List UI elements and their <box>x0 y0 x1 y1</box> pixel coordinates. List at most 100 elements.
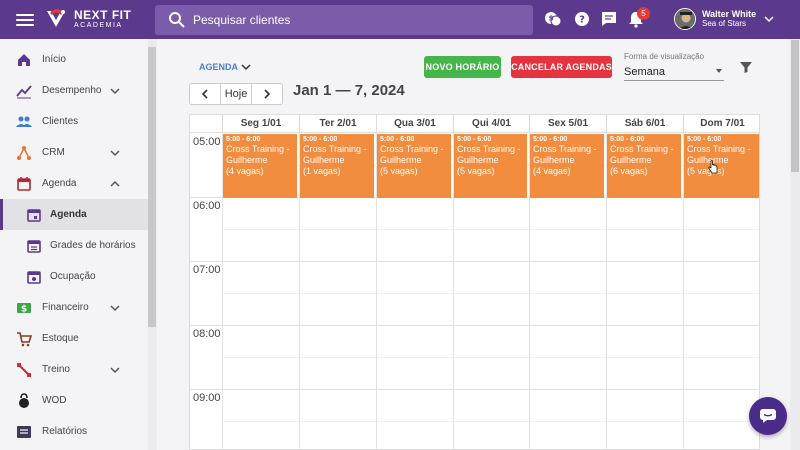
sidebar-item-treino[interactable]: Treino <box>0 354 148 385</box>
chevron-down-icon <box>241 64 251 71</box>
cart-icon <box>17 331 32 346</box>
sidebar-item-inicio[interactable]: Início <box>0 44 148 75</box>
calendar-event[interactable]: 5:00 - 6:00 Cross Training - Guilherme (… <box>454 134 527 198</box>
event-title: Cross Training - Guilherme <box>533 144 597 165</box>
sidebar-item-label: Agenda <box>50 209 87 220</box>
event-vacancies: (4 vagas) <box>533 166 571 176</box>
calendar-event[interactable]: 5:00 - 6:00 Cross Training - Guilherme (… <box>300 134 374 198</box>
hour-line <box>190 325 759 326</box>
time-label: 09:00 <box>193 392 221 404</box>
svg-text:$: $ <box>21 304 27 314</box>
event-title: Cross Training - Guilherme <box>303 144 367 165</box>
message-icon[interactable] <box>600 10 618 28</box>
workout-icon <box>17 362 31 377</box>
half-hour-line <box>222 357 759 358</box>
search-input[interactable] <box>193 13 513 27</box>
visualization-select[interactable]: Semana <box>624 63 724 81</box>
calendar-event[interactable]: 5:00 - 6:00 Cross Training - Guilherme (… <box>223 134 297 198</box>
logo-title: NEXT FIT <box>74 8 132 22</box>
home-icon <box>18 53 30 66</box>
event-title: Cross Training - Guilherme <box>457 144 521 165</box>
sidebar-subitem-grades[interactable]: Grades de horários <box>0 230 148 261</box>
sidebar-item-relatorios[interactable]: Relatórios <box>0 416 148 447</box>
sidebar-item-label: Início <box>42 54 66 65</box>
sidebar-subitem-agenda[interactable]: Agenda <box>0 199 148 230</box>
hour-line <box>190 261 759 262</box>
day-header[interactable]: Qua 3/01 <box>376 115 453 133</box>
sidebar-subitem-ocupacao[interactable]: Ocupação <box>0 261 148 292</box>
event-vacancies: (5 vagas) <box>457 166 495 176</box>
calendar-event[interactable]: 5:00 - 6:00 Cross Training - Guilherme (… <box>684 134 759 198</box>
time-label: 07:00 <box>193 264 221 276</box>
help-icon[interactable]: ? <box>573 10 591 28</box>
sidebar-item-label: Treino <box>42 364 70 375</box>
crm-icon <box>17 145 31 160</box>
menu-icon[interactable] <box>16 11 34 27</box>
chevron-down-icon <box>110 149 120 156</box>
agenda-view-dropdown[interactable]: AGENDA <box>199 62 251 72</box>
sidebar-scrollbar[interactable] <box>148 47 156 327</box>
main-scrollbar[interactable] <box>791 40 799 172</box>
event-vacancies: (6 vagas) <box>610 166 648 176</box>
logo-icon <box>47 9 65 27</box>
logo[interactable]: NEXT FIT ACADEMIA <box>44 5 131 33</box>
day-header[interactable]: Sex 5/01 <box>529 115 606 133</box>
chat-icon <box>760 409 776 423</box>
sidebar-item-estoque[interactable]: Estoque <box>0 323 148 354</box>
chevron-down-icon <box>110 304 120 311</box>
search-bar[interactable] <box>155 5 533 35</box>
chevron-right-icon <box>264 89 271 99</box>
previous-week-button[interactable] <box>190 84 220 104</box>
event-vacancies: (5 vagas) <box>687 166 725 176</box>
event-vacancies: (1 vagas) <box>303 166 341 176</box>
day-header[interactable]: Dom 7/01 <box>683 115 759 133</box>
event-vacancies: (4 vagas) <box>226 166 264 176</box>
exchange-icon[interactable]: $ <box>544 10 562 28</box>
today-button[interactable]: Hoje <box>220 84 252 104</box>
svg-text:?: ? <box>579 15 585 26</box>
new-schedule-button[interactable]: NOVO HORÁRIO <box>424 56 501 78</box>
agenda-view-label: AGENDA <box>199 62 239 72</box>
event-time: 5:00 - 6:00 <box>457 136 492 143</box>
sidebar-item-financeiro[interactable]: $ Financeiro <box>0 292 148 323</box>
day-header[interactable]: Ter 2/01 <box>299 115 376 133</box>
sidebar-item-label: Desempenho <box>42 85 102 96</box>
pointer-cursor-icon <box>708 160 718 174</box>
cancel-schedules-button[interactable]: CANCELAR AGENDAS <box>511 56 612 78</box>
day-header[interactable]: Qui 4/01 <box>453 115 529 133</box>
next-week-button[interactable] <box>252 84 282 104</box>
sidebar-item-label: Clientes <box>42 116 79 127</box>
event-title: Cross Training - Guilherme <box>610 144 674 165</box>
reports-icon <box>17 425 31 438</box>
calendar-event[interactable]: 5:00 - 6:00 Cross Training - Guilherme (… <box>530 134 604 198</box>
event-time: 5:00 - 6:00 <box>380 136 415 143</box>
sidebar-item-label: Ocupação <box>50 271 96 282</box>
sidebar-item-wod[interactable]: WOD <box>0 385 148 416</box>
user-subtitle: Sea of Stars <box>702 18 747 28</box>
event-time: 5:00 - 6:00 <box>226 136 261 143</box>
event-vacancies: (5 vagas) <box>380 166 418 176</box>
filter-icon[interactable] <box>739 60 753 74</box>
calendar-event[interactable]: 5:00 - 6:00 Cross Training - Guilherme (… <box>607 134 681 198</box>
hour-line <box>190 389 759 390</box>
sidebar-item-label: Estoque <box>42 333 79 344</box>
dropdown-arrow-icon <box>716 69 722 73</box>
day-header[interactable]: Seg 1/01 <box>222 115 299 133</box>
event-title: Cross Training - Guilherme <box>687 144 751 165</box>
event-title: Cross Training - Guilherme <box>226 144 290 165</box>
calendar-event[interactable]: 5:00 - 6:00 Cross Training - Guilherme (… <box>377 134 451 198</box>
event-title: Cross Training - Guilherme <box>380 144 444 165</box>
chevron-left-icon <box>201 89 208 99</box>
sidebar-item-desempenho[interactable]: Desempenho <box>0 75 148 106</box>
time-label: 06:00 <box>193 200 221 212</box>
sidebar-item-crm[interactable]: CRM <box>0 137 148 168</box>
sidebar-item-clientes[interactable]: Clientes <box>0 106 148 137</box>
sidebar-item-agenda[interactable]: Agenda <box>0 168 148 199</box>
half-hour-line <box>222 229 759 230</box>
visualization-value: Semana <box>624 65 665 78</box>
money-icon: $ <box>17 302 31 314</box>
date-range-title: Jan 1 — 7, 2024 <box>293 82 405 99</box>
day-header[interactable]: Sáb 6/01 <box>606 115 683 133</box>
chat-button[interactable] <box>749 397 787 435</box>
user-menu[interactable]: Walter White Sea of Stars <box>674 8 774 30</box>
